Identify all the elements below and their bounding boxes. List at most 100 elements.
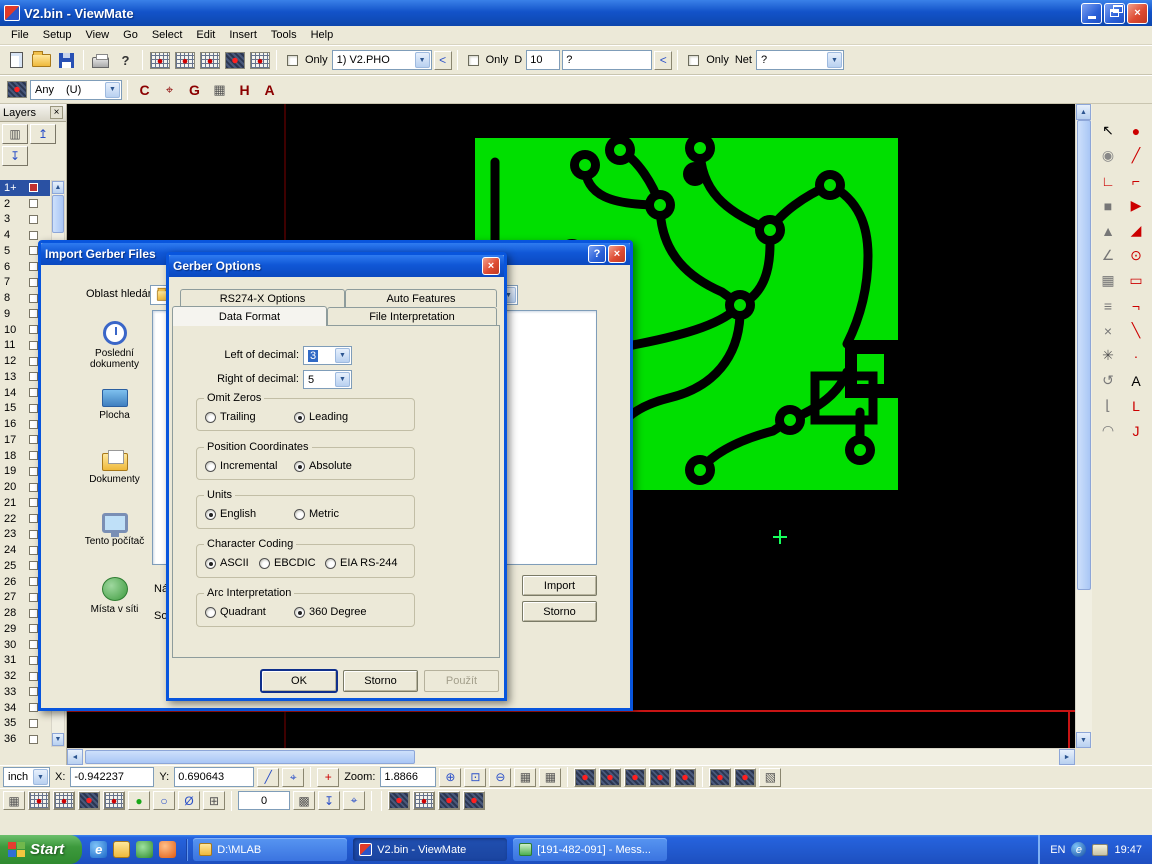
radio-metric[interactable]: Metric [294,508,339,520]
tool-h-button[interactable]: H [233,79,256,101]
cancel-button[interactable]: Storno [343,670,418,692]
new-file-button[interactable] [5,49,28,71]
radio-360-degree[interactable]: 360 Degree [294,606,367,618]
scroll-left-icon[interactable]: ◄ [67,749,83,765]
taskbar-task[interactable]: D:\MLAB [193,838,347,861]
grid-table2-button[interactable]: ▦ [539,768,561,787]
layer-visibility-box[interactable] [29,467,38,476]
zoom-window-button[interactable]: ⊡ [464,768,486,787]
aperture-list-button[interactable] [173,49,196,71]
tab-data-format[interactable]: Data Format [172,306,327,326]
layer-move-up-button[interactable]: ↥ [30,124,56,144]
layer-visibility-box[interactable] [29,498,38,507]
menu-item-select[interactable]: Select [145,27,190,43]
layer-visibility-box[interactable] [29,703,38,712]
tool-a-button[interactable]: A [258,79,281,101]
y-coordinate-input[interactable]: 0.690643 [174,767,254,787]
right-of-decimal-select[interactable]: 5 ▼ [303,370,352,389]
scroll-down-icon[interactable]: ▼ [52,733,64,746]
layer-visibility-box[interactable] [29,593,38,602]
layer-visibility-box[interactable] [29,451,38,460]
pattern-button[interactable] [413,791,435,810]
menu-item-setup[interactable]: Setup [36,27,79,43]
units-select[interactable]: inch ▼ [3,767,50,787]
layer-table-button[interactable] [198,49,221,71]
layer-row[interactable]: 36 [0,731,50,747]
text-tool-icon[interactable]: A [1122,368,1150,393]
shield-icon[interactable] [136,841,153,858]
import-button[interactable]: Import [522,575,597,596]
sketch-line-icon[interactable]: ╲ [1122,318,1150,343]
pattern-button[interactable] [438,791,460,810]
layer-visibility-box[interactable] [29,420,38,429]
menu-item-view[interactable]: View [78,27,116,43]
radio-quadrant[interactable]: Quadrant [205,606,266,618]
prev-layer-button[interactable]: < [434,51,452,70]
import-cancel-button[interactable]: Storno [522,601,597,622]
layer-visibility-box[interactable] [29,404,38,413]
menu-item-tools[interactable]: Tools [264,27,304,43]
layer-visibility-box[interactable] [29,719,38,728]
view-filter-button[interactable] [574,768,596,787]
taskbar-task[interactable]: [191-482-091] - Mess... [513,838,667,861]
place-item[interactable]: Plocha [80,379,149,443]
line-tool-icon[interactable]: ╱ [1122,143,1150,168]
taskbar-task[interactable]: V2.bin - ViewMate [353,838,507,861]
layer-visibility-box[interactable] [29,388,38,397]
layers-panel-close-button[interactable]: × [50,106,63,119]
prev-dcode-button[interactable]: < [654,51,672,70]
layer-visibility-box[interactable] [29,341,38,350]
view-filter-button[interactable] [734,768,756,787]
layer-move-down-button[interactable]: ↧ [2,146,28,166]
layer-visibility-box[interactable] [29,325,38,334]
view-filter-button[interactable] [649,768,671,787]
place-item[interactable]: Tento počítač [80,507,149,571]
dcode-query-input[interactable]: ? [562,50,652,70]
dot-grid-button[interactable]: ▩ [293,791,315,810]
open-file-button[interactable] [30,49,53,71]
gear-tool-icon[interactable]: ✳ [1094,343,1122,368]
anchor-button[interactable]: ↧ [318,791,340,810]
only-net-checkbox[interactable] [688,55,699,66]
layer-table-view-button[interactable]: ▥ [2,124,28,144]
scroll-up-icon[interactable]: ▲ [52,181,64,194]
restore-button[interactable] [1104,3,1125,24]
snap-grid-button[interactable]: ⊞ [203,791,225,810]
close-button[interactable]: × [1127,3,1148,24]
circle-mode-button[interactable]: ○ [153,791,175,810]
radio-leading[interactable]: Leading [294,411,348,423]
menu-item-go[interactable]: Go [116,27,145,43]
view-filter-button[interactable] [709,768,731,787]
tray-keyboard-icon[interactable] [1092,844,1108,856]
dialog-close-button[interactable]: × [482,257,500,275]
radio-trailing[interactable]: Trailing [205,411,256,423]
view-filter-button[interactable] [624,768,646,787]
net-select[interactable]: ? ▼ [756,50,844,70]
layer-visibility-box[interactable] [29,357,38,366]
left-of-decimal-select[interactable]: 3 ▼ [303,346,352,365]
start-button[interactable]: Start [0,835,82,864]
layer-visibility-box[interactable] [29,372,38,381]
pattern-button[interactable] [103,791,125,810]
radio-incremental[interactable]: Incremental [205,460,277,472]
tab-rs274x-options[interactable]: RS274-X Options [180,289,345,307]
layer-visibility-box[interactable] [29,577,38,586]
delete-tool-icon[interactable]: × [1094,318,1122,343]
layer-visibility-box[interactable] [29,656,38,665]
zoom-out-button[interactable]: ⊖ [489,768,511,787]
scroll-thumb[interactable] [1077,120,1091,590]
layer-visibility-box[interactable] [29,687,38,696]
scroll-down-icon[interactable]: ▼ [1076,732,1091,748]
step-repeat-icon[interactable]: ≡ [1094,293,1122,318]
rotate-tool-icon[interactable]: ↺ [1094,368,1122,393]
tray-ie-icon[interactable]: e [1071,842,1086,857]
minimize-button[interactable] [1081,3,1102,24]
pattern-button[interactable] [53,791,75,810]
dialog-close-button[interactable]: × [608,245,626,263]
radio-absolute[interactable]: Absolute [294,460,352,472]
pad-pair-icon[interactable]: ◉ [1094,143,1122,168]
dcode-input[interactable]: 10 [526,50,560,70]
layer-visibility-box[interactable] [29,199,38,208]
layer-visibility-box[interactable] [29,609,38,618]
l-bracket-tool-icon[interactable]: ⌊ [1094,393,1122,418]
